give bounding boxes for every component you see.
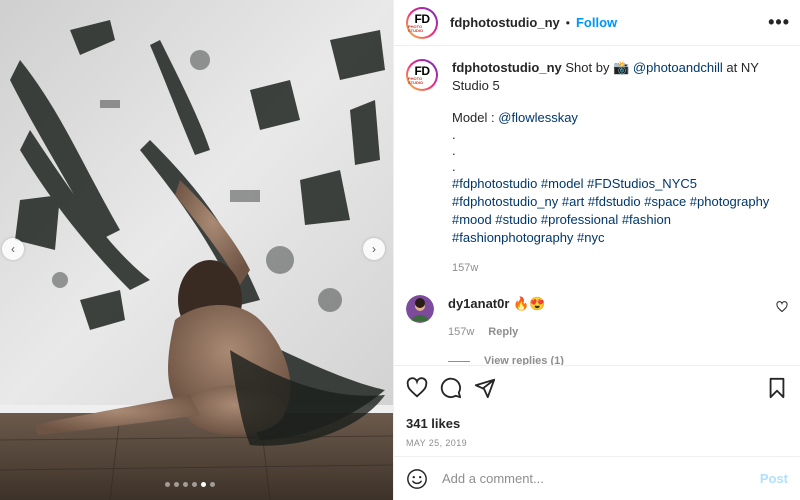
comments-list[interactable]: FD PHOTO STUDIO fdphotostudio_ny Shot by… bbox=[394, 47, 800, 365]
photographer-mention[interactable]: @photoandchill bbox=[633, 60, 723, 75]
emoji-icon[interactable] bbox=[406, 468, 428, 490]
post-sidebar: FD PHOTO STUDIO fdphotostudio_ny • Follo… bbox=[393, 0, 800, 500]
header-username[interactable]: fdphotostudio_ny bbox=[450, 15, 560, 30]
bookmark-icon[interactable] bbox=[766, 377, 788, 399]
comment-time[interactable]: 157w bbox=[448, 323, 474, 341]
comment-body: dy1anat0r 🔥😍 157w Reply bbox=[448, 295, 545, 341]
next-slide-button[interactable]: › bbox=[363, 238, 385, 260]
previous-slide-button[interactable]: ‹ bbox=[2, 238, 24, 260]
comment-item: dy1anat0r 🔥😍 157w Reply bbox=[406, 295, 790, 341]
model-mention[interactable]: @flowlesskay bbox=[498, 110, 578, 125]
view-replies-label: View replies (1) bbox=[484, 355, 564, 365]
caption-username[interactable]: fdphotostudio_ny bbox=[452, 60, 562, 75]
model-label: Model : bbox=[452, 110, 495, 125]
slide-dot bbox=[192, 482, 197, 487]
separator: • bbox=[565, 15, 570, 30]
more-options-icon[interactable]: ••• bbox=[768, 12, 790, 33]
post-button[interactable]: Post bbox=[760, 471, 788, 486]
caption-hashtags[interactable]: #fdphotostudio #model #FDStudios_NYC5 #f… bbox=[452, 175, 790, 247]
likes-count[interactable]: 341 likes bbox=[406, 416, 788, 431]
action-bar bbox=[406, 376, 788, 400]
comment-username[interactable]: dy1anat0r bbox=[448, 296, 509, 311]
follow-button[interactable]: Follow bbox=[576, 15, 617, 30]
heart-icon[interactable] bbox=[406, 377, 428, 399]
camera-emoji: 📸 bbox=[613, 60, 630, 75]
comment-meta: 157w Reply bbox=[448, 323, 545, 341]
like-comment-heart-icon[interactable] bbox=[776, 301, 788, 313]
caption-dot: . bbox=[452, 143, 456, 158]
post-actions: 341 likes MAY 25, 2019 bbox=[394, 365, 800, 448]
reply-button[interactable]: Reply bbox=[488, 323, 518, 341]
view-replies-button[interactable]: View replies (1) bbox=[448, 355, 790, 365]
slide-dot bbox=[183, 482, 188, 487]
caption-time[interactable]: 157w bbox=[452, 259, 790, 277]
caption-dot: . bbox=[452, 127, 456, 142]
replies-divider bbox=[448, 360, 470, 362]
post-media[interactable]: ‹ › bbox=[0, 0, 393, 500]
slide-dot bbox=[210, 482, 215, 487]
chevron-right-icon: › bbox=[372, 242, 376, 256]
fd-logo: FD PHOTO STUDIO bbox=[408, 61, 436, 89]
commenter-avatar[interactable] bbox=[406, 295, 434, 323]
comment-text: 🔥😍 bbox=[513, 296, 546, 311]
caption-dot: . bbox=[452, 159, 456, 174]
slide-dot bbox=[165, 482, 170, 487]
avatar[interactable]: FD PHOTO STUDIO bbox=[406, 6, 438, 39]
post-header: FD PHOTO STUDIO fdphotostudio_ny • Follo… bbox=[394, 0, 800, 46]
caption-body: fdphotostudio_ny Shot by 📸 @photoandchil… bbox=[452, 59, 790, 277]
caption: FD PHOTO STUDIO fdphotostudio_ny Shot by… bbox=[406, 59, 790, 277]
slide-dot bbox=[174, 482, 179, 487]
post-photo bbox=[0, 0, 393, 500]
post-date[interactable]: MAY 25, 2019 bbox=[406, 438, 788, 448]
caption-text-prefix: Shot by bbox=[565, 60, 610, 75]
slide-indicator bbox=[165, 482, 215, 487]
fd-logo: FD PHOTO STUDIO bbox=[408, 8, 436, 37]
add-comment-bar: Post bbox=[394, 456, 800, 500]
caption-avatar[interactable]: FD PHOTO STUDIO bbox=[406, 59, 438, 91]
slide-dot bbox=[201, 482, 206, 487]
chevron-left-icon: ‹ bbox=[11, 242, 15, 256]
share-icon[interactable] bbox=[474, 377, 496, 399]
comment-input[interactable] bbox=[442, 471, 760, 486]
comment-icon[interactable] bbox=[440, 377, 462, 399]
